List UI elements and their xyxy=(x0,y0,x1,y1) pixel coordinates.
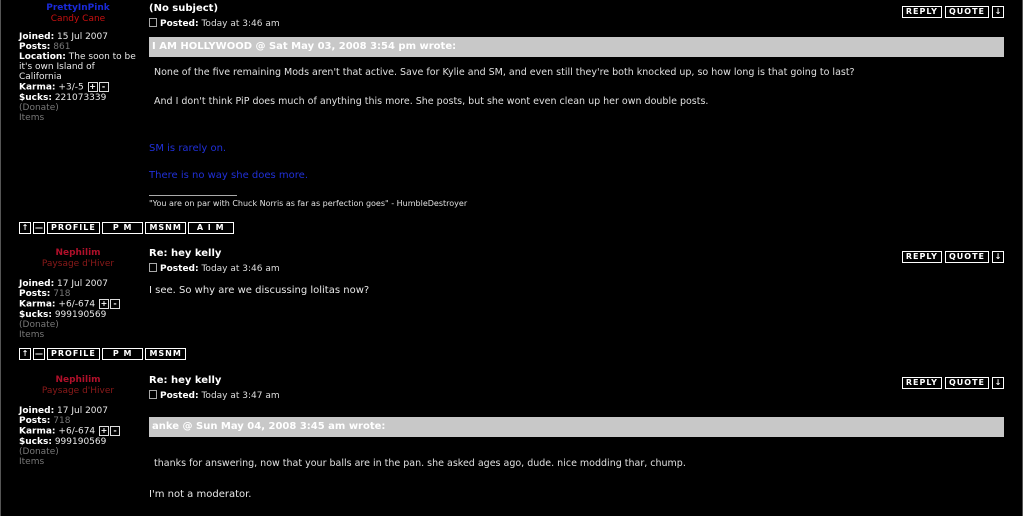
posted-time: Today at 3:47 am xyxy=(201,391,280,401)
posts-count: 718 xyxy=(53,416,71,426)
donate-link[interactable]: (Donate) xyxy=(19,320,137,330)
posted-time: Today at 3:46 am xyxy=(201,264,280,274)
sucks-value: 999190569 xyxy=(54,309,107,320)
joined-label: Joined: xyxy=(19,32,55,42)
quote-line: thanks for answering, now that your ball… xyxy=(154,458,686,469)
karma-plus-button[interactable]: + xyxy=(87,82,98,92)
username[interactable]: Nephilim xyxy=(19,248,137,258)
karma-label: Karma: xyxy=(19,299,56,310)
sucks-label: $ucks: xyxy=(19,92,52,103)
user-title: Paysage d'Hiver xyxy=(41,386,115,396)
user-title: Paysage d'Hiver xyxy=(41,259,115,269)
sucks-value: 221073339 xyxy=(54,92,107,103)
quote-button[interactable]: QUOTE xyxy=(944,251,989,263)
arrow-down-icon[interactable]: ↓ xyxy=(992,251,1004,263)
posts-label: Posts: xyxy=(19,42,51,52)
post-footer-buttons: ↑ — PROFILE P M MSNM A I M xyxy=(19,222,234,234)
profile-button[interactable]: PROFILE xyxy=(47,348,100,360)
pm-button[interactable]: P M xyxy=(101,348,144,360)
post-icon xyxy=(149,263,157,272)
reply-button[interactable]: REPLY xyxy=(901,377,942,389)
reply-button[interactable]: REPLY xyxy=(901,251,942,263)
posts-count: 718 xyxy=(53,289,71,299)
collapse-icon[interactable]: — xyxy=(33,222,45,234)
collapse-icon[interactable]: — xyxy=(33,348,45,360)
quote-button[interactable]: QUOTE xyxy=(944,377,989,389)
arrow-down-icon[interactable]: ↓ xyxy=(992,377,1004,389)
post-actions: REPLY QUOTE ↓ xyxy=(901,6,1004,18)
msnm-button[interactable]: MSNM xyxy=(145,222,186,234)
sucks-label: $ucks: xyxy=(19,309,52,320)
karma-label: Karma: xyxy=(19,82,56,93)
joined-value: 15 Jul 2007 xyxy=(57,32,108,42)
user-title: Candy Cane xyxy=(50,14,106,24)
arrow-up-icon[interactable]: ↑ xyxy=(19,222,31,234)
posted-label: Posted: xyxy=(160,391,199,401)
items-link[interactable]: Items xyxy=(19,457,137,467)
quote-header: I AM HOLLYWOOD @ Sat May 03, 2008 3:54 p… xyxy=(149,37,1004,57)
post-body: I see. So why are we discussing lolitas … xyxy=(149,285,370,296)
karma-plus-button[interactable]: + xyxy=(99,299,110,309)
reply-line: SM is rarely on. xyxy=(149,143,227,154)
joined-label: Joined: xyxy=(19,279,55,289)
post-icon xyxy=(149,18,157,27)
post-footer-buttons: ↑ — PROFILE P M MSNM xyxy=(19,348,186,360)
quote-line: And I don't think PiP does much of anyth… xyxy=(154,96,709,107)
quote-line: None of the five remaining Mods aren't t… xyxy=(154,67,855,78)
user-panel: Nephilim Paysage d'Hiver Joined: 17 Jul … xyxy=(19,248,137,340)
joined-value: 17 Jul 2007 xyxy=(57,279,108,289)
karma-minus-button[interactable]: - xyxy=(98,82,109,92)
karma-minus-button[interactable]: - xyxy=(110,426,121,436)
post-icon xyxy=(149,390,157,399)
profile-button[interactable]: PROFILE xyxy=(47,222,100,234)
sucks-value: 999190569 xyxy=(54,436,107,447)
joined-value: 17 Jul 2007 xyxy=(57,406,108,416)
karma-minus-button[interactable]: - xyxy=(110,299,121,309)
quote-button[interactable]: QUOTE xyxy=(944,6,989,18)
signature-divider xyxy=(149,195,237,196)
post-body: I'm not a moderator. xyxy=(149,489,252,500)
donate-link[interactable]: (Donate) xyxy=(19,103,137,113)
post-actions: REPLY QUOTE ↓ xyxy=(901,377,1004,389)
username[interactable]: Nephilim xyxy=(19,375,137,385)
post-actions: REPLY QUOTE ↓ xyxy=(901,251,1004,263)
posts-label: Posts: xyxy=(19,289,51,299)
post-content: Re: hey kelly Posted: Today at 3:46 am I… xyxy=(149,248,1004,298)
joined-label: Joined: xyxy=(19,406,55,416)
sucks-label: $ucks: xyxy=(19,436,52,447)
arrow-down-icon[interactable]: ↓ xyxy=(992,6,1004,18)
karma-value: +6/-674 xyxy=(58,426,96,437)
posts-label: Posts: xyxy=(19,416,51,426)
items-link[interactable]: Items xyxy=(19,330,137,340)
post-subject: (No subject) xyxy=(149,3,219,14)
post-subject: Re: hey kelly xyxy=(149,375,222,386)
aim-button[interactable]: A I M xyxy=(187,222,234,234)
pm-button[interactable]: P M xyxy=(101,222,144,234)
posts-count: 861 xyxy=(53,42,71,52)
location-label: Location: xyxy=(19,52,66,62)
karma-value: +3/-5 xyxy=(58,82,84,93)
reply-button[interactable]: REPLY xyxy=(901,6,942,18)
items-link[interactable]: Items xyxy=(19,113,137,123)
posted-label: Posted: xyxy=(160,19,199,29)
reply-line: There is no way she does more. xyxy=(149,170,308,181)
username[interactable]: PrettyInPink xyxy=(19,3,137,13)
posted-time: Today at 3:46 am xyxy=(201,19,280,29)
karma-label: Karma: xyxy=(19,426,56,437)
donate-link[interactable]: (Donate) xyxy=(19,447,137,457)
karma-plus-button[interactable]: + xyxy=(99,426,110,436)
karma-value: +6/-674 xyxy=(58,299,96,310)
quote-header: anke @ Sun May 04, 2008 3:45 am wrote: xyxy=(149,417,1004,437)
post-content: Re: hey kelly Posted: Today at 3:47 am a… xyxy=(149,375,1004,502)
posted-label: Posted: xyxy=(160,264,199,274)
post-subject: Re: hey kelly xyxy=(149,248,222,259)
user-panel: Nephilim Paysage d'Hiver Joined: 17 Jul … xyxy=(19,375,137,467)
forum-thread: PrettyInPink Candy Cane Joined: 15 Jul 2… xyxy=(0,0,1023,516)
user-panel: PrettyInPink Candy Cane Joined: 15 Jul 2… xyxy=(19,3,137,123)
signature: "You are on par with Chuck Norris as far… xyxy=(149,199,468,208)
arrow-up-icon[interactable]: ↑ xyxy=(19,348,31,360)
msnm-button[interactable]: MSNM xyxy=(145,348,186,360)
post-content: (No subject) Posted: Today at 3:46 am I … xyxy=(149,3,1004,208)
